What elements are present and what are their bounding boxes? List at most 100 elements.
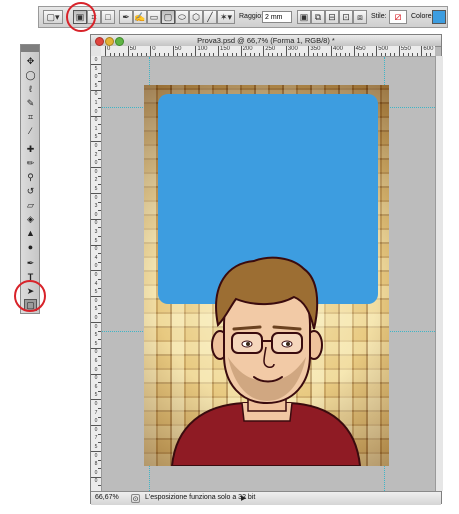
horizontal-ruler[interactable]: 0 50 0 50 100 150 200 250 300 350 400 450 500 550 600 [101, 46, 435, 57]
zoom-level[interactable]: 66,67% [95, 494, 125, 503]
ruler-label: 8 [94, 461, 98, 468]
ruler-minor-tick [335, 53, 337, 56]
ruler-minor-tick [349, 53, 351, 56]
tools-panel-header[interactable] [21, 45, 39, 52]
ruler-major-tick [421, 46, 423, 56]
healing-brush-tool-icon[interactable]: ✚ [24, 143, 37, 155]
dodge-tool-icon[interactable]: ● [24, 241, 37, 253]
intersect-shape-button[interactable]: ⊡ [339, 10, 353, 24]
status-menu-arrow-icon[interactable]: ▶ [241, 494, 246, 502]
ruler-tick [91, 451, 101, 452]
ruler-minor-tick [222, 53, 224, 56]
tools-panel: ✥ ◯ ℓ ✎ ⌗ ⁄ ✚ ✏ ⚲ ↺ ▱ ◈ ▲ ● ✒ T ➤ ▢ [20, 44, 40, 314]
ruler-minor-tick [340, 53, 342, 56]
vertical-ruler[interactable]: 0505010015020025030035040045050055060065… [91, 56, 102, 491]
canvas-area[interactable] [102, 57, 435, 491]
ruler-minor-tick [204, 53, 206, 56]
lasso-tool-icon[interactable]: ℓ [24, 83, 37, 95]
ruler-label: 4 [94, 280, 98, 287]
ruler-label: 50 [129, 46, 137, 52]
ruler-label: 0 [94, 91, 98, 98]
ruler-label: 0 [94, 246, 98, 253]
ruler-label: 550 [400, 46, 411, 52]
ruler-label: 1 [94, 100, 98, 106]
rounded-rectangle-option[interactable]: ▢ [161, 10, 175, 24]
ruler-major-tick [285, 46, 287, 56]
fill-pixels-button[interactable]: □ [101, 10, 115, 24]
exclude-shape-button[interactable]: ⧈ [353, 10, 367, 24]
brush-tool-icon[interactable]: ✏ [24, 157, 37, 169]
crop-tool-icon[interactable]: ⌗ [24, 111, 37, 123]
options-bar: ▢▾ ▣ ⌗ □ ✒ ✍ ▭ ▢ ⬭ ⬡ ╱ ✶▾ Raggio: ▣ ⧉ ⊟ … [38, 6, 448, 28]
move-tool-icon[interactable]: ✥ [24, 55, 37, 67]
ruler-minor-tick [272, 53, 274, 56]
eraser-tool-icon[interactable]: ▱ [24, 199, 37, 211]
ellipse-option[interactable]: ⬭ [175, 10, 189, 24]
ruler-tick [98, 304, 101, 306]
color-swatch[interactable] [432, 10, 446, 24]
paint-bucket-tool-icon[interactable]: ◈ [24, 213, 37, 225]
pen-tool-option[interactable]: ✒ [119, 10, 133, 24]
blur-tool-icon[interactable]: ▲ [24, 227, 37, 239]
ruler-tick [98, 227, 101, 229]
add-to-shape-button[interactable]: ⧉ [311, 10, 325, 24]
document-canvas[interactable] [144, 85, 389, 466]
tool-preset-picker[interactable]: ▢▾ [43, 10, 63, 24]
radius-input[interactable] [262, 11, 292, 23]
ruler-minor-tick [213, 53, 215, 56]
ruler-major-tick [105, 46, 106, 56]
clone-stamp-tool-icon[interactable]: ⚲ [24, 171, 37, 183]
ruler-minor-tick [303, 53, 305, 56]
ruler-label: 3 [94, 203, 98, 210]
ruler-tick [98, 442, 101, 444]
ruler-label: 5 [94, 65, 98, 72]
pen-tool-icon[interactable]: ✒ [24, 257, 37, 269]
vertical-scrollbar[interactable] [435, 56, 443, 491]
custom-shape-option[interactable]: ✶▾ [217, 10, 235, 24]
ruler-tick [98, 124, 101, 126]
ruler-tick [98, 132, 101, 134]
highlight-ring-options [66, 2, 96, 32]
ruler-tick [98, 72, 101, 74]
ruler-minor-tick [249, 53, 251, 56]
ruler-major-tick [127, 46, 129, 56]
rectangle-option[interactable]: ▭ [147, 10, 161, 24]
line-option[interactable]: ╱ [203, 10, 217, 24]
ruler-label: 5 [94, 340, 98, 347]
ruler-minor-tick [163, 53, 165, 56]
freeform-pen-option[interactable]: ✍ [133, 10, 147, 24]
quick-selection-tool-icon[interactable]: ✎ [24, 97, 37, 109]
status-info-icon[interactable]: ⊙ [131, 494, 140, 503]
style-picker[interactable]: ⧄ [389, 10, 407, 24]
ruler-minor-tick [416, 53, 418, 56]
ruler-label: 0 [94, 57, 98, 63]
ruler-label: 0 [94, 168, 98, 175]
ruler-minor-tick [254, 53, 256, 56]
ruler-tick [98, 485, 101, 487]
ruler-major-tick [308, 46, 310, 56]
ruler-label: 5 [94, 392, 98, 399]
ruler-tick [98, 253, 101, 255]
polygon-option[interactable]: ⬡ [189, 10, 203, 24]
eyedropper-tool-icon[interactable]: ⁄ [24, 125, 37, 137]
ruler-minor-tick [227, 53, 229, 56]
new-layer-mode-button[interactable]: ▣ [297, 10, 311, 24]
ruler-minor-tick [294, 53, 296, 56]
marquee-tool-icon[interactable]: ◯ [24, 69, 37, 81]
ruler-tick [91, 322, 101, 323]
ruler-tick [98, 390, 101, 392]
ruler-minor-tick [312, 53, 314, 56]
ruler-label: 0 [94, 220, 98, 227]
ruler-tick [98, 408, 101, 409]
subtract-shape-button[interactable]: ⊟ [325, 10, 339, 24]
ruler-minor-tick [258, 53, 260, 56]
ruler-tick [91, 64, 101, 65]
ruler-label: 500 [378, 46, 389, 52]
ruler-minor-tick [186, 53, 188, 56]
ruler-label: 300 [287, 46, 298, 52]
ruler-minor-tick [132, 53, 134, 56]
ruler-label: 350 [310, 46, 321, 52]
ruler-label: 6 [94, 383, 98, 390]
history-brush-tool-icon[interactable]: ↺ [24, 185, 37, 197]
ruler-minor-tick [299, 53, 301, 56]
